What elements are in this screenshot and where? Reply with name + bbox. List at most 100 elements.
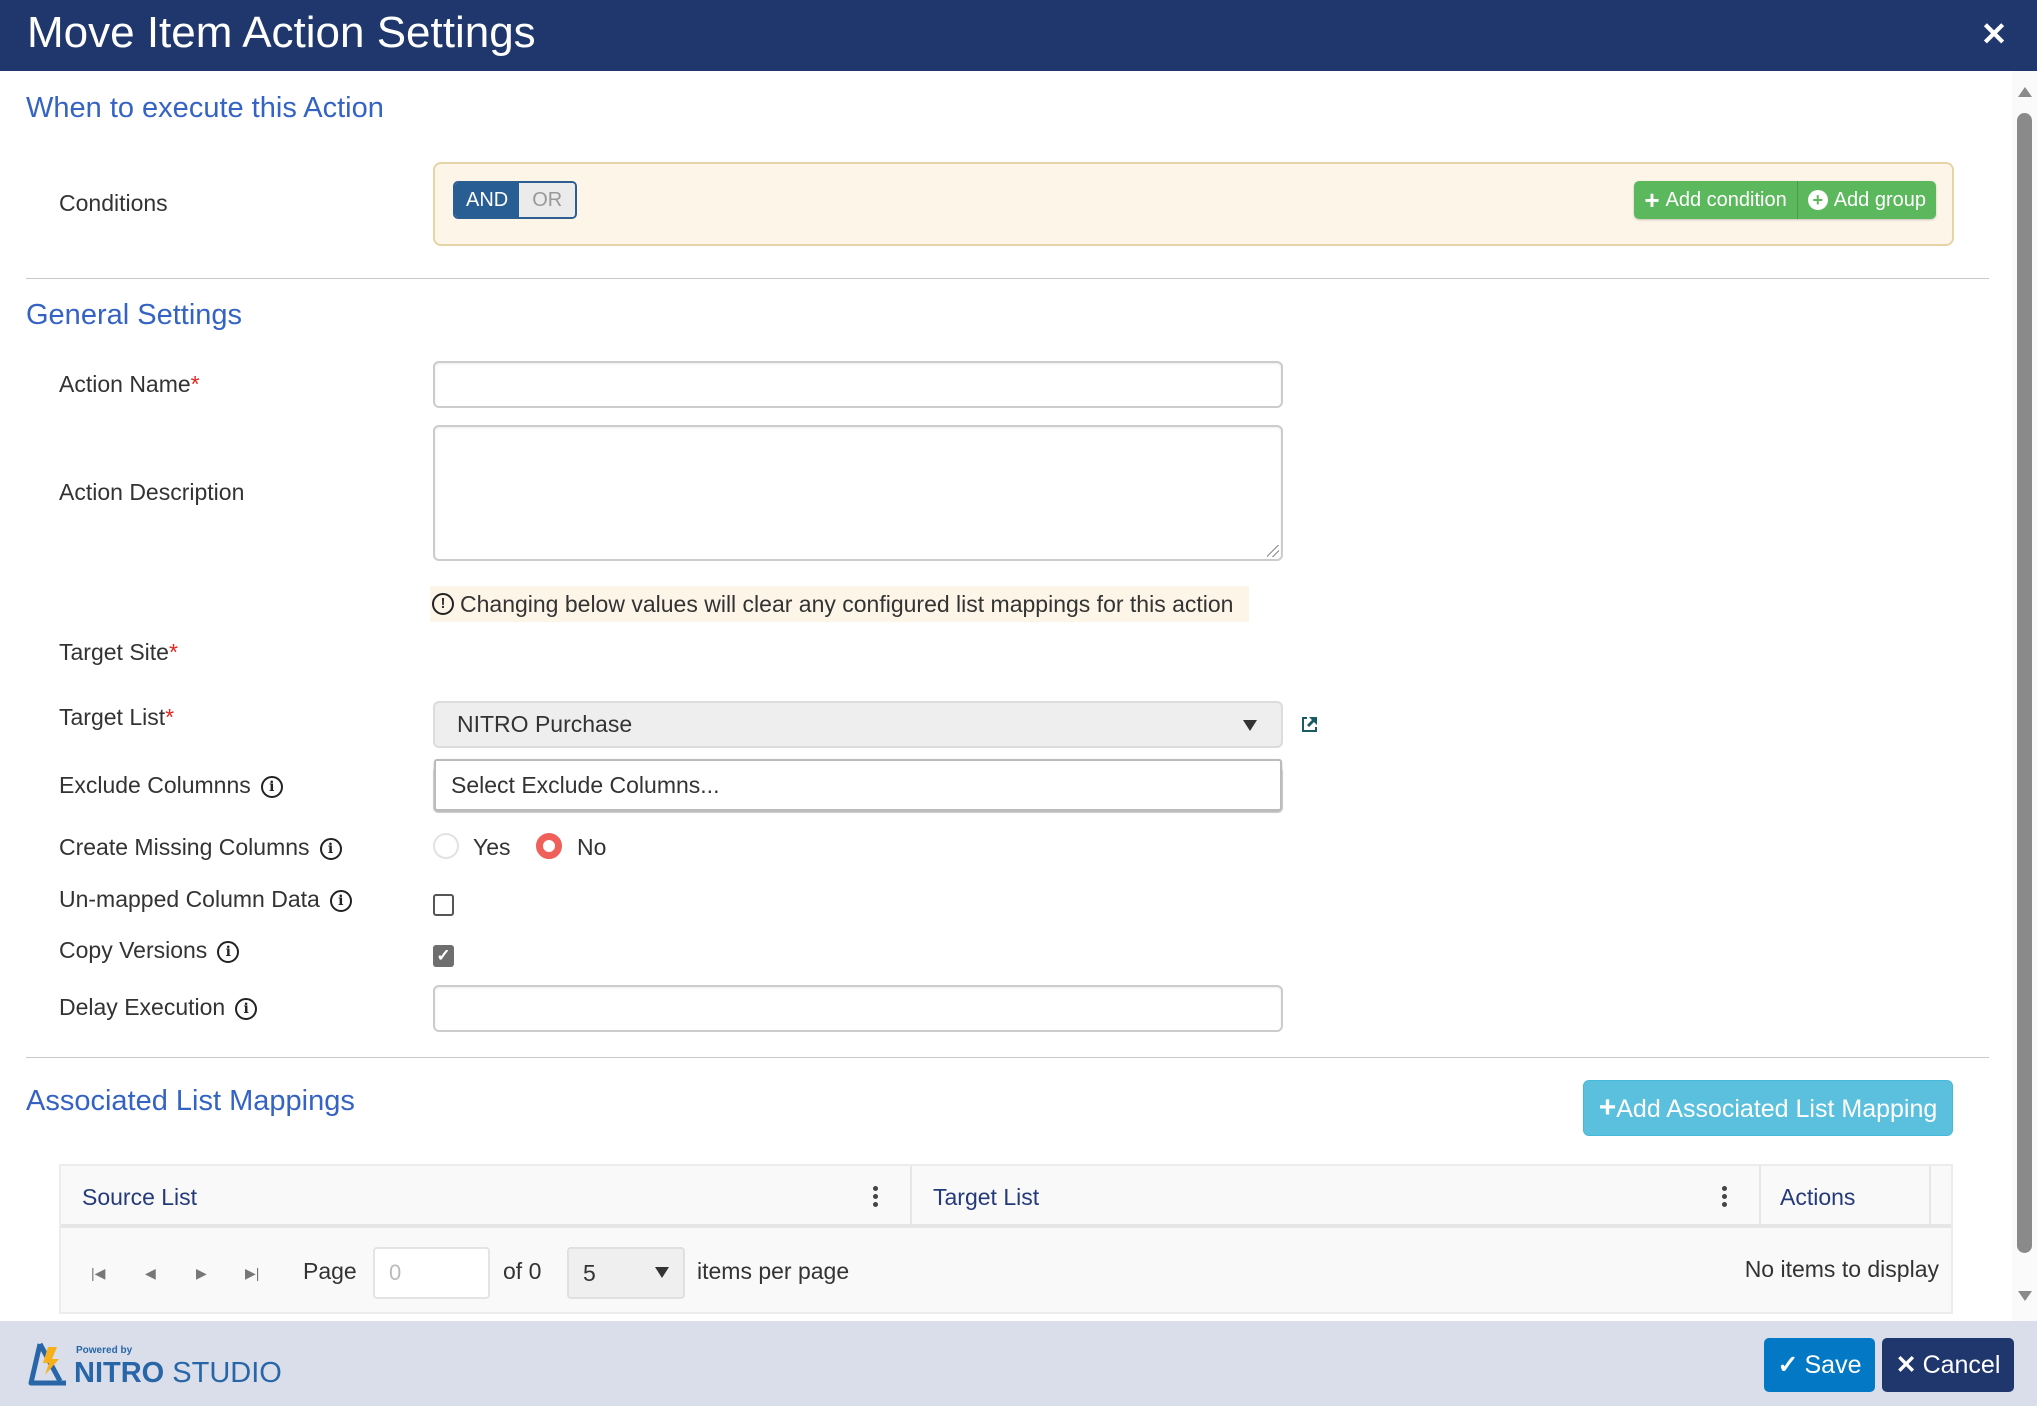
exclude-columns-multiselect[interactable]: Select Exclude Columns...	[434, 759, 1282, 811]
warning-message: ! Changing below values will clear any co…	[430, 586, 1250, 622]
page-size-value: 5	[583, 1260, 596, 1286]
section-title-general: General Settings	[26, 299, 243, 331]
nitro-logo-icon	[28, 1342, 66, 1386]
warning-text: Changing below values will clear any con…	[460, 591, 1234, 617]
previous-page-icon[interactable]: ◀	[145, 1265, 156, 1282]
page-size-select[interactable]: 5	[567, 1247, 685, 1299]
brand-name: NITRO STUDIO	[74, 1357, 282, 1389]
radio-no-label: No	[577, 834, 607, 860]
required-mark: *	[165, 704, 175, 730]
page-count-label: of 0	[503, 1258, 542, 1284]
dialog-footer: Powered by NITRO STUDIO ✓ Save ✕ Cancel	[0, 1321, 2037, 1406]
radio-yes-label: Yes	[473, 834, 511, 860]
create-missing-columns-label: Create Missing Columns i	[59, 833, 342, 861]
close-icon[interactable]: ✕	[1977, 17, 2011, 51]
items-per-page-label: items per page	[697, 1258, 850, 1284]
last-page-icon[interactable]: ▶|	[245, 1265, 259, 1282]
info-icon[interactable]: i	[217, 940, 240, 963]
copy-versions-label: Copy Versions i	[59, 936, 240, 964]
next-page-icon[interactable]: ▶	[196, 1265, 207, 1282]
page-number-input[interactable]: 0	[373, 1247, 490, 1299]
column-divider[interactable]	[910, 1166, 912, 1228]
column-header-source-list[interactable]: Source List	[82, 1166, 197, 1228]
unmapped-column-data-label: Un-mapped Column Data i	[59, 885, 352, 913]
add-group-button[interactable]: + Add group	[1796, 181, 1936, 219]
target-site-label: Target Site*	[59, 638, 178, 666]
scroll-down-icon[interactable]	[2018, 1291, 2032, 1301]
info-icon[interactable]: i	[260, 775, 283, 798]
dialog-content: When to execute this Action Conditions A…	[0, 71, 2012, 1321]
radio-yes[interactable]	[433, 833, 459, 859]
info-icon[interactable]: i	[329, 889, 352, 912]
caret-down-icon	[1243, 720, 1257, 731]
external-link-icon[interactable]	[1300, 714, 1320, 734]
save-button[interactable]: ✓ Save	[1764, 1338, 1875, 1392]
grid-header: Source List Target List Actions	[61, 1166, 1951, 1228]
brand-bold: NITRO	[74, 1357, 165, 1389]
target-site-label-text: Target Site	[59, 639, 169, 665]
scroll-up-icon[interactable]	[2018, 87, 2032, 97]
check-icon: ✓	[1777, 1351, 1799, 1379]
required-mark: *	[190, 371, 200, 397]
first-page-icon[interactable]: |◀	[91, 1265, 105, 1282]
add-group-label: Add group	[1833, 189, 1926, 211]
vertical-scrollbar[interactable]	[2012, 71, 2037, 1321]
required-mark: *	[168, 639, 178, 665]
add-associated-list-mapping-button[interactable]: +Add Associated List Mapping	[1583, 1080, 1953, 1136]
action-name-label: Action Name*	[59, 370, 200, 398]
target-list-label-text: Target List	[59, 704, 166, 730]
unmapped-column-data-label-text: Un-mapped Column Data	[59, 886, 320, 912]
exclude-columns-label-text: Exclude Columnns	[59, 772, 251, 798]
resize-handle[interactable]	[1267, 545, 1279, 557]
copy-versions-checkbox[interactable]: ✓	[433, 945, 454, 967]
save-label: Save	[1804, 1351, 1862, 1379]
exclude-columns-label: Exclude Columnns i	[59, 771, 283, 799]
column-menu-icon[interactable]	[873, 1186, 879, 1208]
delay-execution-label: Delay Execution i	[59, 993, 258, 1021]
action-description-textarea[interactable]	[433, 425, 1283, 561]
column-header-actions: Actions	[1780, 1184, 1856, 1210]
action-name-label-text: Action Name	[59, 371, 191, 397]
scrollbar-thumb[interactable]	[2017, 113, 2032, 1253]
close-icon: ✕	[1895, 1351, 1917, 1379]
brand-light: STUDIO	[172, 1357, 282, 1389]
copy-versions-label-text: Copy Versions	[59, 937, 208, 963]
action-description-label: Action Description	[59, 479, 245, 505]
dialog-title-bar: Move Item Action Settings ✕	[0, 0, 2037, 71]
logic-or-button[interactable]: OR	[519, 183, 576, 217]
delay-execution-input[interactable]	[433, 985, 1283, 1032]
conditions-label: Conditions	[59, 190, 168, 216]
section-divider	[26, 278, 1989, 279]
section-title-mappings: Associated List Mappings	[26, 1085, 355, 1117]
add-condition-label: Add condition	[1665, 189, 1787, 211]
create-missing-columns-label-text: Create Missing Columns	[59, 834, 310, 860]
column-divider[interactable]	[1759, 1166, 1761, 1228]
unmapped-column-data-checkbox[interactable]	[433, 894, 454, 916]
column-menu-icon[interactable]	[1722, 1186, 1728, 1208]
plus-icon: +	[1644, 185, 1660, 215]
mappings-grid: Source List Target List Actions |◀ ◀ ▶ ▶…	[59, 1164, 1953, 1314]
page-label: Page	[303, 1258, 357, 1284]
delay-execution-label-text: Delay Execution	[59, 994, 226, 1020]
info-icon[interactable]: i	[235, 997, 258, 1020]
info-icon[interactable]: i	[319, 837, 342, 860]
logic-and-button[interactable]: AND	[455, 183, 520, 217]
target-site-select[interactable]: NITRO Purchase	[433, 701, 1283, 748]
radio-no[interactable]	[536, 833, 562, 859]
plus-circle-icon: +	[1807, 190, 1828, 210]
column-header-target-list[interactable]: Target List	[933, 1166, 1039, 1228]
column-divider	[1929, 1166, 1931, 1228]
target-site-value: NITRO Purchase	[457, 711, 633, 737]
powered-by-text: Powered by	[76, 1345, 133, 1356]
target-list-label: Target List*	[59, 703, 174, 731]
caret-down-icon	[655, 1267, 669, 1278]
add-mapping-label: Add Associated List Mapping	[1616, 1095, 1938, 1123]
action-name-input[interactable]	[433, 361, 1283, 408]
grid-pager: |◀ ◀ ▶ ▶| Page 0 of 0 5 items per page N…	[61, 1232, 1951, 1314]
exclamation-circle-icon: !	[432, 592, 454, 615]
add-condition-button[interactable]: + Add condition	[1634, 181, 1797, 219]
section-divider	[26, 1057, 1989, 1058]
dialog-title: Move Item Action Settings	[27, 8, 536, 57]
section-title-when: When to execute this Action	[26, 92, 384, 124]
cancel-button[interactable]: ✕ Cancel	[1882, 1338, 2014, 1392]
